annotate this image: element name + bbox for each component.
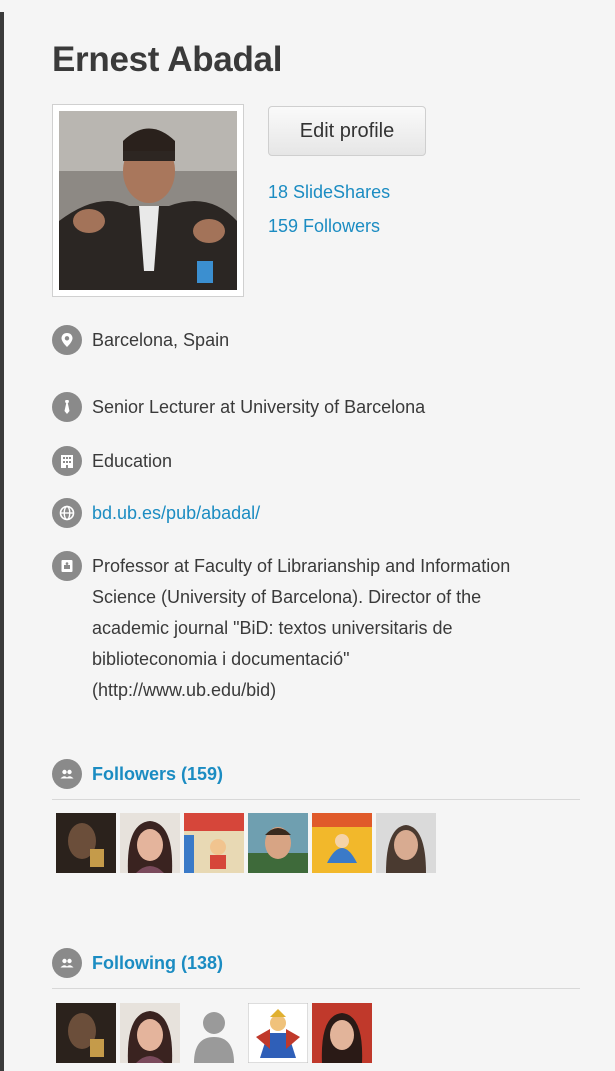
website-link[interactable]: bd.ub.es/pub/abadal/	[92, 498, 260, 529]
profile-card: Ernest Abadal Edit profile 18 SlideShare…	[4, 0, 615, 1071]
location-text: Barcelona, Spain	[92, 330, 230, 350]
following-divider	[52, 988, 580, 989]
map-pin-icon	[52, 325, 82, 355]
industry-text: Education	[92, 451, 173, 471]
followers-divider	[52, 799, 580, 800]
follower-avatar[interactable]	[184, 813, 244, 873]
job-row: Senior Lecturer at University of Barcelo…	[52, 392, 425, 423]
following-avatar[interactable]	[312, 1003, 372, 1063]
followers-thumbnails	[56, 813, 440, 873]
follower-avatar[interactable]	[120, 813, 180, 873]
following-avatar[interactable]	[56, 1003, 116, 1063]
followers-count-link[interactable]: 159 Followers	[268, 216, 380, 237]
building-icon	[52, 446, 82, 476]
profile-name: Ernest Abadal	[52, 40, 283, 79]
website-row: bd.ub.es/pub/abadal/	[52, 498, 260, 529]
follower-avatar[interactable]	[312, 813, 372, 873]
slideshares-link[interactable]: 18 SlideShares	[268, 182, 390, 203]
industry-row: Education	[52, 446, 172, 477]
following-thumbnails	[56, 1003, 376, 1063]
people-icon	[52, 948, 82, 978]
tie-icon	[52, 392, 82, 422]
profile-photo-image	[59, 111, 237, 290]
following-avatar[interactable]	[248, 1003, 308, 1063]
follower-avatar[interactable]	[56, 813, 116, 873]
summary-row: Professor at Faculty of Librarianship an…	[52, 551, 532, 706]
people-icon	[52, 759, 82, 789]
follower-avatar[interactable]	[248, 813, 308, 873]
following-avatar[interactable]	[120, 1003, 180, 1063]
following-avatar-placeholder[interactable]	[184, 1003, 244, 1063]
id-card-icon	[52, 551, 82, 581]
following-section-header: Following (138)	[52, 948, 580, 978]
followers-section-header: Followers (159)	[52, 759, 580, 789]
follower-avatar[interactable]	[376, 813, 436, 873]
following-section-link[interactable]: Following (138)	[92, 953, 223, 974]
job-text: Senior Lecturer at University of Barcelo…	[92, 397, 426, 417]
globe-icon	[52, 498, 82, 528]
edit-profile-button[interactable]: Edit profile	[268, 106, 426, 156]
profile-photo[interactable]	[52, 104, 244, 297]
summary-text: Professor at Faculty of Librarianship an…	[92, 556, 511, 700]
followers-section-link[interactable]: Followers (159)	[92, 764, 223, 785]
location-row: Barcelona, Spain	[52, 325, 229, 356]
